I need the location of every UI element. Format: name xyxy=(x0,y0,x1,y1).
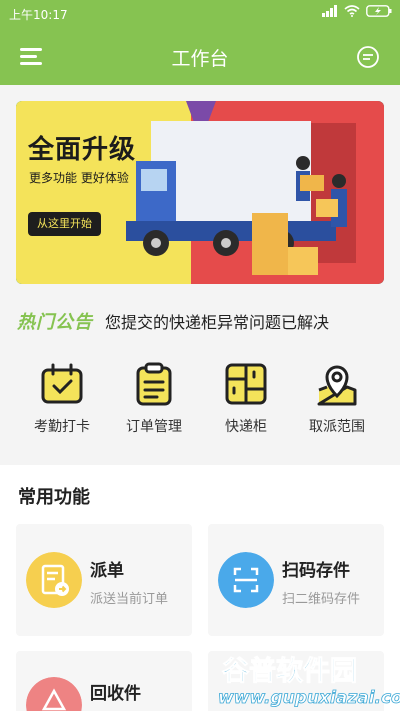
watermark-logo: 谷普软件园 www.gupuxiazai.com xyxy=(218,655,400,709)
card-dispatch[interactable]: 派单 派送当前订单 xyxy=(16,524,192,636)
quick-locker[interactable]: 快递柜 xyxy=(201,360,291,440)
status-time: 上午10:17 xyxy=(9,8,68,22)
calendar-check-icon xyxy=(41,363,83,404)
status-bar: 上午10:17 xyxy=(0,0,400,28)
card-recycle[interactable]: 回收件 xyxy=(16,651,192,711)
status-icons xyxy=(322,5,392,17)
app-header: 上午10:17 工作台 xyxy=(0,0,400,85)
banner-headline: 全面升级 xyxy=(28,135,137,165)
wifi-icon xyxy=(344,5,360,17)
banner-subtitle: 更多功能 更好体验 xyxy=(29,171,129,185)
quick-actions: 考勤打卡 订单管理 快递柜 取派范围 xyxy=(0,350,400,450)
notice-bar[interactable]: 热门公告 您提交的快递柜异常问题已解决 xyxy=(0,296,400,340)
quick-label: 取派范围 xyxy=(309,419,365,435)
map-pin-icon xyxy=(317,365,357,406)
svg-text:www.gupuxiazai.com: www.gupuxiazai.com xyxy=(218,688,400,708)
quick-orders[interactable]: 订单管理 xyxy=(109,360,199,440)
card-subtitle: 扫二维码存件 xyxy=(282,592,361,607)
dispatch-icon xyxy=(26,552,82,608)
card-subtitle: 派送当前订单 xyxy=(90,592,169,607)
locker-icon xyxy=(225,363,267,405)
svg-text:谷普软件园: 谷普软件园 xyxy=(222,655,357,687)
quick-attendance[interactable]: 考勤打卡 xyxy=(17,360,107,440)
promo-banner[interactable]: 全面升级 更多功能 更好体验 从这里开始 xyxy=(16,101,384,284)
title-bar: 工作台 xyxy=(0,28,400,85)
scan-icon xyxy=(218,552,274,608)
recycle-icon xyxy=(26,677,82,711)
section-title: 常用功能 xyxy=(18,487,90,508)
signal-icon xyxy=(322,5,337,17)
quick-label: 考勤打卡 xyxy=(34,419,90,435)
notice-tag: 热门公告 xyxy=(17,312,93,333)
battery-icon xyxy=(366,5,392,17)
card-scan-store[interactable]: 扫码存件 扫二维码存件 xyxy=(208,524,384,636)
chat-icon[interactable] xyxy=(356,45,380,69)
notice-text[interactable]: 您提交的快递柜异常问题已解决 xyxy=(105,309,329,333)
card-title: 扫码存件 xyxy=(282,561,350,581)
quick-label: 快递柜 xyxy=(225,419,267,435)
clipboard-icon xyxy=(136,362,172,406)
quick-range[interactable]: 取派范围 xyxy=(292,360,382,440)
banner-cta-button[interactable]: 从这里开始 xyxy=(28,212,101,236)
card-title: 回收件 xyxy=(90,684,141,704)
card-title: 派单 xyxy=(90,561,124,581)
page-title: 工作台 xyxy=(171,48,229,70)
quick-label: 订单管理 xyxy=(126,419,182,435)
